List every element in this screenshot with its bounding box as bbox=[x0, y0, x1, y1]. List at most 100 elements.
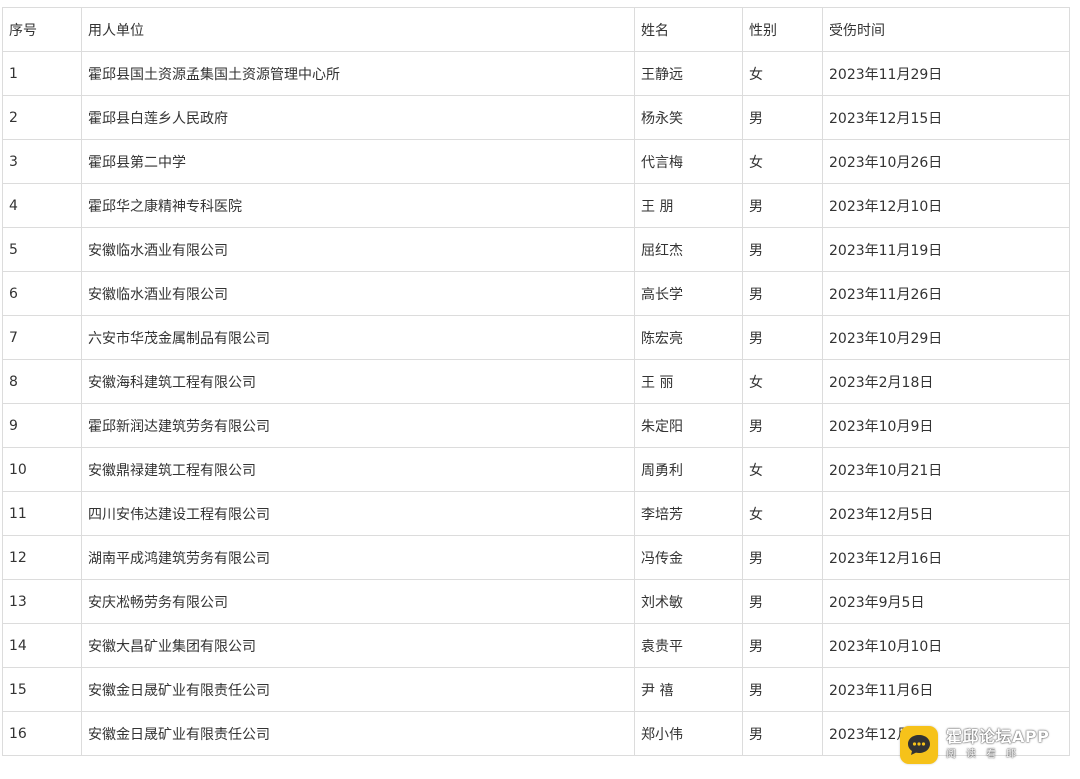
cell-employer: 安徽临水酒业有限公司 bbox=[81, 271, 635, 316]
cell-number: 5 bbox=[2, 227, 82, 272]
cell-gender: 男 bbox=[742, 623, 823, 668]
cell-employer: 霍邱华之康精神专科医院 bbox=[81, 183, 635, 228]
header-number: 序号 bbox=[2, 7, 82, 52]
cell-number: 13 bbox=[2, 579, 82, 624]
watermark-title: 霍邱论坛APP bbox=[946, 727, 1050, 746]
table-row: 13 安庆凇畅劳务有限公司 刘术敏男 2023年9月5日 bbox=[2, 579, 1070, 624]
cell-employer: 六安市华茂金属制品有限公司 bbox=[81, 315, 635, 360]
cell-name: 周勇利 bbox=[634, 447, 743, 492]
cell-name: 尹 禧 bbox=[634, 667, 743, 712]
cell-number: 15 bbox=[2, 667, 82, 712]
cell-name: 杨永笑 bbox=[634, 95, 743, 140]
cell-injury-date: 2023年11月6日 bbox=[822, 667, 1070, 712]
forum-app-watermark: 霍邱论坛APP 阅读看邱 bbox=[900, 722, 1070, 768]
cell-employer: 安徽金日晟矿业有限责任公司 bbox=[81, 667, 635, 712]
injury-table-container: 序号 用人单位 姓名 性别 受伤时间 1 霍邱县国土资源孟集国土资源管理中心所 王静… bbox=[2, 7, 1070, 756]
cell-injury-date: 2023年10月10日 bbox=[822, 623, 1070, 668]
cell-injury-date: 2023年2月18日 bbox=[822, 359, 1070, 404]
cell-employer: 四川安伟达建设工程有限公司 bbox=[81, 491, 635, 536]
header-employer: 用人单位 bbox=[81, 7, 635, 52]
table-row: 9 霍邱新润达建筑劳务有限公司 朱定阳男 2023年10月9日 bbox=[2, 403, 1070, 448]
cell-name: 屈红杰 bbox=[634, 227, 743, 272]
cell-name: 朱定阳 bbox=[634, 403, 743, 448]
table-row: 1 霍邱县国土资源孟集国土资源管理中心所 王静远女 2023年11月29日 bbox=[2, 51, 1070, 96]
cell-number: 16 bbox=[2, 711, 82, 756]
cell-number: 2 bbox=[2, 95, 82, 140]
cell-injury-date: 2023年11月26日 bbox=[822, 271, 1070, 316]
cell-injury-date: 2023年12月5日 bbox=[822, 491, 1070, 536]
cell-gender: 男 bbox=[742, 271, 823, 316]
cell-gender: 男 bbox=[742, 315, 823, 360]
cell-employer: 霍邱县白莲乡人民政府 bbox=[81, 95, 635, 140]
chat-bubble-icon bbox=[900, 726, 938, 764]
table-row: 5 安徽临水酒业有限公司 屈红杰男 2023年11月19日 bbox=[2, 227, 1070, 272]
header-name: 姓名 bbox=[634, 7, 743, 52]
cell-gender: 男 bbox=[742, 667, 823, 712]
cell-employer: 霍邱县国土资源孟集国土资源管理中心所 bbox=[81, 51, 635, 96]
cell-injury-date: 2023年10月26日 bbox=[822, 139, 1070, 184]
cell-gender: 男 bbox=[742, 95, 823, 140]
cell-gender: 男 bbox=[742, 579, 823, 624]
table-row: 12 湖南平成鸿建筑劳务有限公司 冯传金男 2023年12月16日 bbox=[2, 535, 1070, 580]
cell-gender: 男 bbox=[742, 227, 823, 272]
cell-gender: 女 bbox=[742, 139, 823, 184]
cell-number: 10 bbox=[2, 447, 82, 492]
cell-employer: 安徽金日晟矿业有限责任公司 bbox=[81, 711, 635, 756]
cell-employer: 湖南平成鸿建筑劳务有限公司 bbox=[81, 535, 635, 580]
cell-gender: 女 bbox=[742, 491, 823, 536]
cell-employer: 霍邱新润达建筑劳务有限公司 bbox=[81, 403, 635, 448]
cell-name: 冯传金 bbox=[634, 535, 743, 580]
watermark-text: 霍邱论坛APP 阅读看邱 bbox=[946, 728, 1049, 762]
cell-number: 9 bbox=[2, 403, 82, 448]
table-row: 4 霍邱华之康精神专科医院王 朋男 2023年12月10日 bbox=[2, 183, 1070, 228]
watermark-subtitle: 阅读看邱 bbox=[946, 749, 1026, 760]
table-row: 10 安徽鼎禄建筑工程有限公司 周勇利女 2023年10月21日 bbox=[2, 447, 1070, 492]
cell-employer: 安徽临水酒业有限公司 bbox=[81, 227, 635, 272]
cell-name: 代言梅 bbox=[634, 139, 743, 184]
cell-name: 王 丽 bbox=[634, 359, 743, 404]
cell-injury-date: 2023年12月16日 bbox=[822, 535, 1070, 580]
cell-number: 6 bbox=[2, 271, 82, 316]
table-row: 11 四川安伟达建设工程有限公司 李培芳女 2023年12月5日 bbox=[2, 491, 1070, 536]
cell-name: 郑小伟 bbox=[634, 711, 743, 756]
cell-injury-date: 2023年11月29日 bbox=[822, 51, 1070, 96]
table-row: 15 安徽金日晟矿业有限责任公司尹 禧男 2023年11月6日 bbox=[2, 667, 1070, 712]
cell-gender: 男 bbox=[742, 403, 823, 448]
cell-number: 14 bbox=[2, 623, 82, 668]
cell-gender: 男 bbox=[742, 183, 823, 228]
cell-number: 7 bbox=[2, 315, 82, 360]
cell-number: 1 bbox=[2, 51, 82, 96]
cell-gender: 女 bbox=[742, 359, 823, 404]
cell-employer: 安庆凇畅劳务有限公司 bbox=[81, 579, 635, 624]
cell-injury-date: 2023年10月9日 bbox=[822, 403, 1070, 448]
cell-number: 4 bbox=[2, 183, 82, 228]
cell-injury-date: 2023年9月5日 bbox=[822, 579, 1070, 624]
cell-injury-date: 2023年12月10日 bbox=[822, 183, 1070, 228]
cell-name: 陈宏亮 bbox=[634, 315, 743, 360]
cell-gender: 女 bbox=[742, 51, 823, 96]
table-row: 14 安徽大昌矿业集团有限公司 袁贵平男 2023年10月10日 bbox=[2, 623, 1070, 668]
cell-number: 11 bbox=[2, 491, 82, 536]
cell-name: 王 朋 bbox=[634, 183, 743, 228]
header-injury-date: 受伤时间 bbox=[822, 7, 1070, 52]
cell-employer: 安徽鼎禄建筑工程有限公司 bbox=[81, 447, 635, 492]
cell-employer: 霍邱县第二中学 bbox=[81, 139, 635, 184]
table-header-row: 序号 用人单位 姓名 性别 受伤时间 bbox=[2, 7, 1070, 52]
table-row: 7 六安市华茂金属制品有限公司 陈宏亮男 2023年10月29日 bbox=[2, 315, 1070, 360]
table-body: 1 霍邱县国土资源孟集国土资源管理中心所 王静远女 2023年11月29日 2 霍邱县白莲… bbox=[2, 51, 1070, 756]
cell-gender: 男 bbox=[742, 711, 823, 756]
cell-employer: 安徽大昌矿业集团有限公司 bbox=[81, 623, 635, 668]
cell-gender: 女 bbox=[742, 447, 823, 492]
cell-employer: 安徽海科建筑工程有限公司 bbox=[81, 359, 635, 404]
table-row: 6 安徽临水酒业有限公司 高长学男 2023年11月26日 bbox=[2, 271, 1070, 316]
cell-injury-date: 2023年11月19日 bbox=[822, 227, 1070, 272]
table-row: 2 霍邱县白莲乡人民政府 杨永笑男 2023年12月15日 bbox=[2, 95, 1070, 140]
cell-injury-date: 2023年12月15日 bbox=[822, 95, 1070, 140]
cell-injury-date: 2023年10月29日 bbox=[822, 315, 1070, 360]
cell-name: 李培芳 bbox=[634, 491, 743, 536]
injury-table: 序号 用人单位 姓名 性别 受伤时间 1 霍邱县国土资源孟集国土资源管理中心所 王静… bbox=[2, 7, 1070, 756]
table-row: 3 霍邱县第二中学 代言梅女 2023年10月26日 bbox=[2, 139, 1070, 184]
cell-number: 12 bbox=[2, 535, 82, 580]
table-row: 8 安徽海科建筑工程有限公司王 丽女 2023年2月18日 bbox=[2, 359, 1070, 404]
cell-number: 8 bbox=[2, 359, 82, 404]
